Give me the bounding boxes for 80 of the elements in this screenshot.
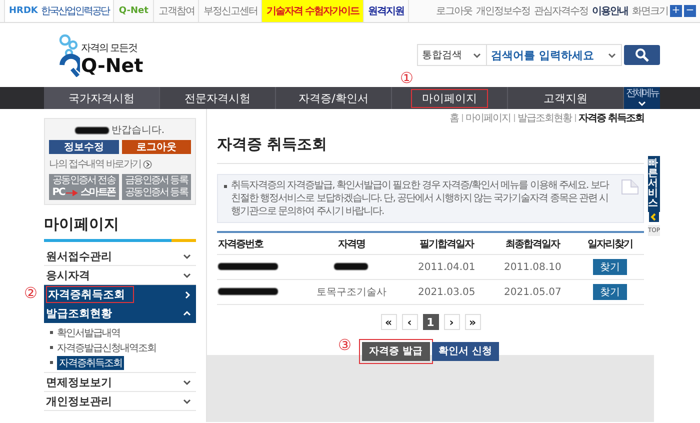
site-logo[interactable]: Q-Net [81, 55, 144, 77]
page-button[interactable]: 1 [422, 314, 438, 330]
chevron-up-icon [182, 308, 192, 318]
edit-info-button[interactable]: 정보수정 [49, 140, 118, 154]
sidebar-item[interactable]: 개인정보관리 [44, 392, 196, 411]
sidebar-item[interactable]: 자격증취득조회 [44, 285, 196, 304]
nav-tab[interactable]: 자격증/확인서 [276, 87, 392, 109]
confirmation-request-button[interactable]: 확인서 신청 [432, 342, 499, 360]
logo-tagline: 자격의 모든것 [81, 42, 138, 55]
search-scope-select[interactable]: 통합검색 [417, 44, 487, 66]
sidebar-item[interactable]: 발급조회현황 [44, 304, 196, 323]
breadcrumb-link[interactable]: 자격증 취득조회 [578, 111, 644, 125]
chevron-left-icon [649, 212, 659, 222]
chevron-down-icon [607, 50, 617, 60]
bullet-icon [50, 346, 53, 349]
page-button[interactable]: « [380, 314, 396, 330]
column-header: 필기합격일자 [404, 232, 490, 254]
annotation-number: ② [24, 286, 38, 301]
chevron-down-icon [637, 98, 647, 108]
search-field[interactable]: 검색어를 입력하세요 [487, 44, 622, 66]
table-cell: 2011.04.01 [404, 254, 490, 280]
annotation-number: ① [400, 71, 414, 86]
nav-tab[interactable]: 전문자격시험 [160, 87, 276, 109]
arrow-circle-icon [142, 160, 152, 168]
greeting-text: 반갑습니다. [111, 124, 165, 137]
top-link[interactable]: 기술자격 수험자가이드 [261, 0, 363, 22]
top-link[interactable]: 개인정보수정 [476, 4, 530, 18]
logout-button[interactable]: 로그아웃 [122, 140, 191, 154]
page-title: 자격증 취득조회 [217, 135, 644, 164]
page-curl-icon [621, 179, 639, 195]
column-header: 자격명 [299, 232, 404, 254]
nav-tab[interactable]: 국가자격시험 [44, 87, 160, 109]
breadcrumb-link[interactable]: 마이페이지 [466, 111, 511, 125]
all-menu-button[interactable]: 전체메뉴 [624, 87, 660, 109]
breadcrumb-link[interactable]: 발급조회현황 [518, 111, 572, 125]
arrow-right-icon [66, 190, 78, 196]
font-size-button[interactable]: − [684, 5, 696, 17]
submenu-item[interactable]: 확인서발급내역 [57, 326, 120, 340]
annotation-number: ③ [338, 338, 352, 353]
find-button[interactable]: 찾기 [592, 259, 627, 275]
column-header: 일자리찾기 [576, 232, 644, 254]
issue-certificate-button[interactable]: 자격증 발급 [362, 342, 430, 360]
chevron-down-icon [472, 50, 482, 60]
redaction-mark [334, 262, 368, 270]
bullet-icon [224, 185, 227, 188]
shortcut-link[interactable]: 나의 접수내역 바로가기 [49, 157, 141, 171]
column-header: 자격증번호 [217, 232, 299, 254]
table-cell: 2021.05.07 [490, 280, 576, 304]
bullet-icon [50, 331, 53, 334]
bubbles-icon [58, 33, 80, 77]
redaction-mark [218, 262, 278, 270]
top-link[interactable]: 이용안내 [592, 4, 628, 18]
search-icon [635, 48, 649, 62]
sidebar-item[interactable]: 면제정보보기 [44, 373, 196, 392]
submenu-item[interactable]: 자격증취득조회 [57, 356, 124, 370]
page-button[interactable]: › [444, 314, 460, 330]
redaction-mark [75, 126, 110, 134]
redaction-mark [218, 288, 278, 294]
top-link[interactable]: 로그아웃 [436, 4, 472, 18]
page-button[interactable]: » [464, 314, 480, 330]
find-button[interactable]: 찾기 [592, 284, 627, 300]
top-link[interactable]: 고객참여 [153, 0, 198, 22]
quick-service-tab[interactable]: 빠른서비스 [648, 156, 660, 212]
top-link[interactable]: 관심자격수정 [534, 4, 588, 18]
table-cell: 2021.03.05 [404, 280, 490, 304]
bullet-icon [50, 361, 53, 364]
org-logo[interactable]: HRDK 한국산업인력공단 [4, 0, 113, 22]
notice-text: 취득자격증의 자격증발급, 확인서발급이 필요한 경우 자격증/확인서 메뉴를 이용해 주세요. 보다 친절한 행정서비스로 보답하겠습니다. 단, 공단에서 시행하지 않는 국가기술자격 종목은 관련 시행기관으로 문의하여 주시기 바랍니다. [231, 179, 610, 218]
table-cell: 토목구조기술사 [299, 280, 404, 304]
font-size-button[interactable]: + [670, 5, 682, 17]
sidebar-item[interactable]: 원서접수관리 [44, 247, 196, 266]
column-header: 최종합격일자 [490, 232, 576, 254]
top-link[interactable]: 원격지원 [362, 0, 409, 22]
sidebar-title: 마이페이지 [44, 215, 120, 234]
breadcrumb-link[interactable]: 홈 [450, 111, 459, 125]
page-button[interactable]: ‹ [402, 314, 418, 330]
search-button[interactable] [624, 45, 660, 65]
submenu-item[interactable]: 자격증발급신청내역조회 [57, 340, 156, 354]
table-cell: 2011.08.10 [490, 254, 576, 280]
font-size-label: 화면크기 [632, 5, 668, 18]
